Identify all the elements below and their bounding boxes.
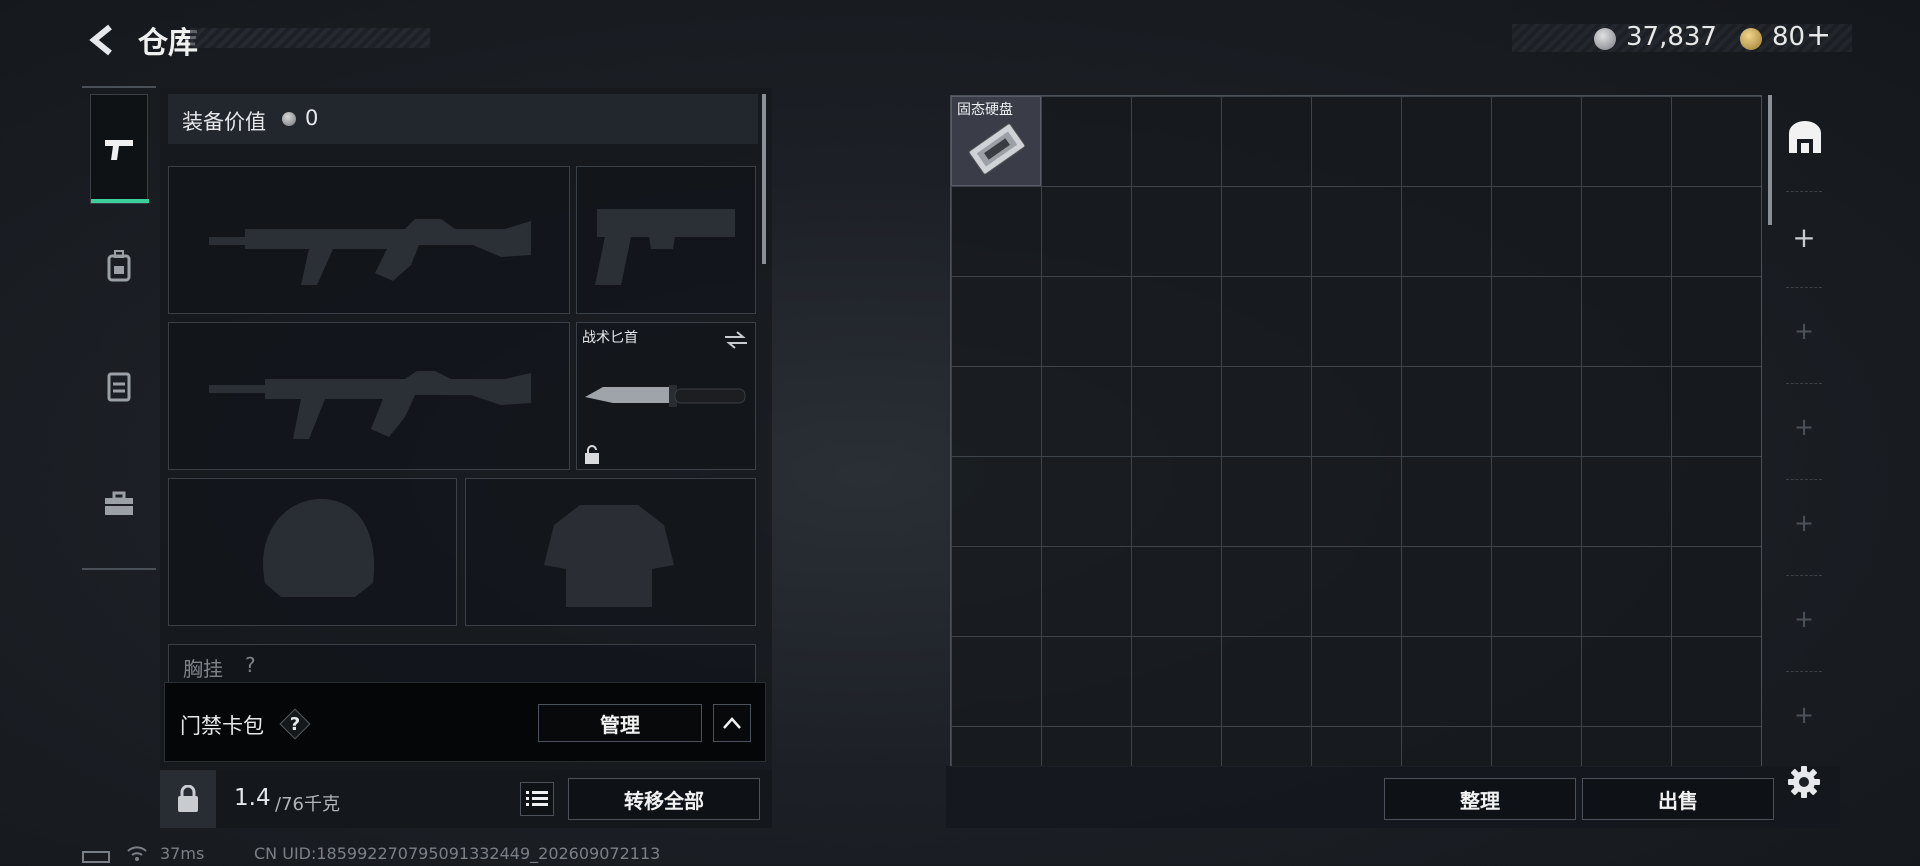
tactical-knife-icon [585,385,746,407]
weight-lock-icon [178,785,198,812]
body-armor-slot[interactable] [465,478,756,626]
secondary-weapon-slot[interactable] [168,322,570,470]
rifle-silhouette-icon [209,371,531,439]
stash-scrollbar[interactable] [1768,95,1772,225]
knife-slot-label: 战术匕首 [582,330,638,346]
manage-keycard-button[interactable]: 管理 [538,704,702,742]
sidebar-item-weapons[interactable] [90,94,149,204]
tab-separator [1786,383,1822,384]
battery-icon [82,851,110,863]
armor-silhouette-icon [544,505,674,607]
silver-currency-amount: 37,837 [1626,22,1717,52]
title-underline-decoration [190,28,430,48]
add-stash-tab-button[interactable]: + [1776,221,1832,254]
equipment-value-amount: 0 [305,106,319,130]
vest-icon [107,372,131,402]
silver-coin-icon [1594,28,1616,50]
lock-icon [585,445,599,464]
sidebar-item-toolbox[interactable] [89,474,149,534]
toolbox-icon [105,491,133,515]
pistol-icon [105,140,133,160]
chevron-up-icon [723,717,741,729]
loadout-scrollbar[interactable] [762,94,766,264]
organize-button[interactable]: 整理 [1384,778,1576,820]
list-icon [526,791,548,806]
stash-tabs: + + + + + + [1776,95,1836,765]
user-uid-text: CN UID:185992270795091332449_20260907211… [254,844,661,863]
helmet-slot[interactable] [168,478,457,626]
weight-limit: /76千克 [275,794,340,815]
transfer-all-button[interactable]: 转移全部 [568,778,760,820]
ping-text: 37ms [160,844,205,863]
warehouse-icon [1789,121,1821,153]
weight-current: 1.4 [234,785,271,811]
page-title: 仓库 [138,26,198,61]
wifi-icon [126,844,148,866]
tab-separator [1786,287,1822,288]
sidebar-item-backpack[interactable] [89,236,149,296]
list-view-button[interactable] [520,782,554,816]
chest-rig-slot[interactable]: 胸挂 ? [168,644,756,684]
locked-stash-slot: + [1793,413,1815,441]
tab-separator [1786,671,1822,672]
stash-tab-main[interactable] [1780,109,1830,165]
knife-slot[interactable]: 战术匕首 [576,322,756,470]
tab-separator [1786,191,1822,192]
back-button[interactable] [82,20,122,60]
pistol-silhouette-icon [595,209,735,285]
locked-stash-slot: + [1793,701,1815,729]
gear-icon [1788,766,1820,798]
gold-coin-icon [1740,28,1762,50]
locked-stash-slot: + [1793,509,1815,537]
backpack-icon [107,250,131,282]
equipment-value-label: 装备价值 [182,110,266,134]
equipment-value-coin-icon [282,112,296,126]
chest-rig-help-icon: ? [245,653,256,677]
stash-item-label: 固态硬盘 [957,102,1013,118]
collapse-keycard-button[interactable] [713,704,751,742]
sidearm-slot[interactable] [576,166,756,314]
keycard-help-text: ? [289,713,301,735]
primary-weapon-slot[interactable] [168,166,570,314]
stash-item-ssd[interactable]: 固态硬盘 [951,96,1041,186]
weight-lock-box [160,770,216,828]
helmet-silhouette-icon [263,499,375,597]
chest-rig-label: 胸挂 [183,657,223,681]
active-indicator [91,199,149,203]
keycard-help-icon[interactable]: ? [279,708,311,740]
keycard-label: 门禁卡包 [180,714,264,738]
stash-grid[interactable]: 固态硬盘 [950,95,1762,767]
locked-stash-slot: + [1793,605,1815,633]
tab-separator [1786,479,1822,480]
ssd-icon [968,123,1026,175]
sidebar-bottom-line [82,568,156,570]
tab-separator [1786,575,1822,576]
rifle-silhouette-icon [209,219,531,285]
back-arrow-icon [89,24,112,56]
settings-button[interactable] [1786,764,1826,804]
sidebar-top-line [82,86,156,88]
swap-icon[interactable] [723,329,749,351]
gold-currency-amount: 80 [1772,22,1806,52]
sell-button[interactable]: 出售 [1582,778,1774,820]
sidebar-item-vest[interactable] [89,356,149,416]
locked-stash-slot: + [1793,317,1815,345]
add-currency-button[interactable]: + [1806,18,1831,53]
category-sidebar [82,86,156,570]
